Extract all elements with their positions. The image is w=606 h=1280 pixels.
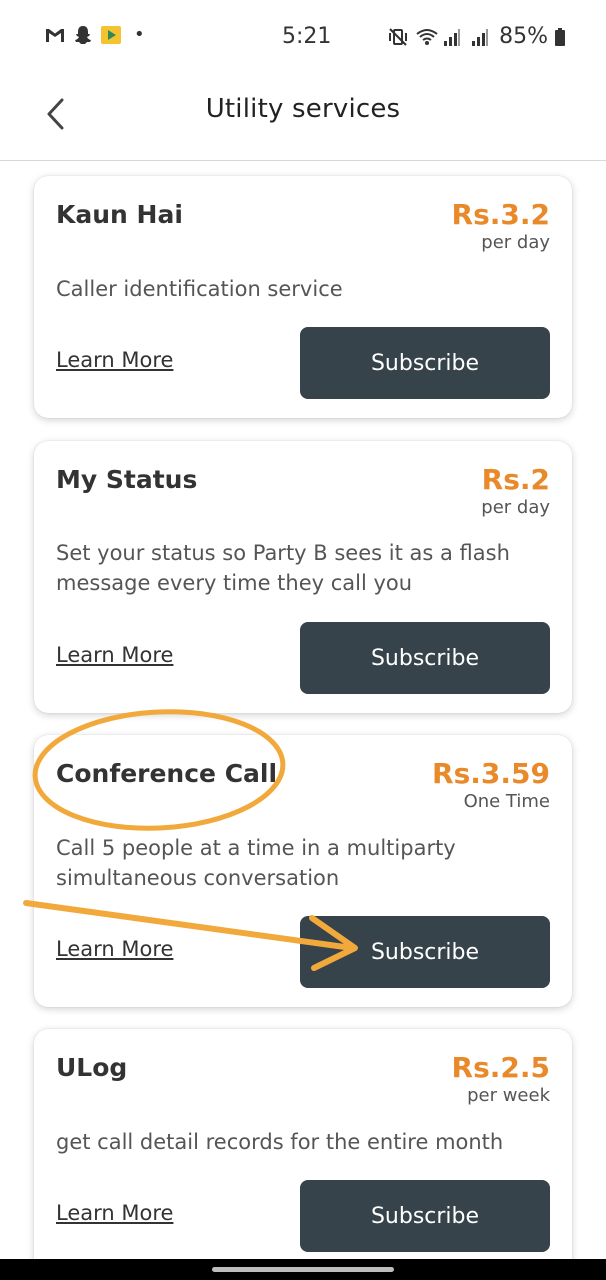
gmail-icon [44,24,66,46]
app-screen: • 5:21 85% Utility services Kaun Hai Rs.… [0,0,606,1280]
signal-icon [443,26,465,48]
service-card-ulog: ULog Rs.2.5 per week get call detail rec… [34,1029,572,1259]
learn-more-link[interactable]: Learn More [56,348,173,372]
service-description: get call detail records for the entire m… [56,1130,504,1154]
service-price: Rs.2 [481,463,550,496]
service-period: per week [467,1085,550,1106]
learn-more-link[interactable]: Learn More [56,1201,173,1225]
service-price: Rs.3.2 [451,198,550,231]
subscribe-button[interactable]: Subscribe [300,916,550,988]
service-price: Rs.3.59 [432,757,550,790]
service-period: One Time [463,791,550,812]
service-description: Call 5 people at a time in a multiparty … [56,836,456,890]
service-name: My Status [56,465,198,494]
service-price: Rs.2.5 [451,1051,550,1084]
learn-more-link[interactable]: Learn More [56,937,173,961]
more-notifications-dot: • [134,24,145,45]
battery-percent: 85% [499,24,548,49]
subscribe-button[interactable]: Subscribe [300,327,550,399]
play-store-icon [100,24,122,46]
app-header: Utility services [0,76,606,161]
notification-icons: • [44,24,145,46]
status-bar: • 5:21 85% [0,0,606,76]
learn-more-link[interactable]: Learn More [56,643,173,667]
system-icons: 85% [387,24,576,49]
home-gesture-handle[interactable] [212,1267,394,1272]
battery-icon [554,26,576,48]
service-card-conference-call: Conference Call Rs.3.59 One Time Call 5 … [34,735,572,1007]
service-name: ULog [56,1053,128,1082]
service-description: Set your status so Party B sees it as a … [56,541,510,595]
service-period: per day [481,232,550,253]
service-description: Caller identification service [56,277,343,301]
subscribe-button[interactable]: Subscribe [300,622,550,694]
wifi-icon [415,26,438,48]
service-card-my-status: My Status Rs.2 per day Set your status s… [34,441,572,713]
signal-icon [471,26,493,48]
service-card-kaun-hai: Kaun Hai Rs.3.2 per day Caller identific… [34,176,572,418]
service-name: Conference Call [56,759,278,788]
service-name: Kaun Hai [56,200,183,229]
services-list[interactable]: Kaun Hai Rs.3.2 per day Caller identific… [0,161,606,1259]
page-title: Utility services [205,94,401,124]
system-nav-bar [0,1259,606,1280]
snapchat-icon [72,24,94,46]
service-period: per day [481,497,550,518]
vibrate-icon [387,26,409,48]
subscribe-button[interactable]: Subscribe [300,1180,550,1252]
clock: 5:21 [282,24,332,49]
